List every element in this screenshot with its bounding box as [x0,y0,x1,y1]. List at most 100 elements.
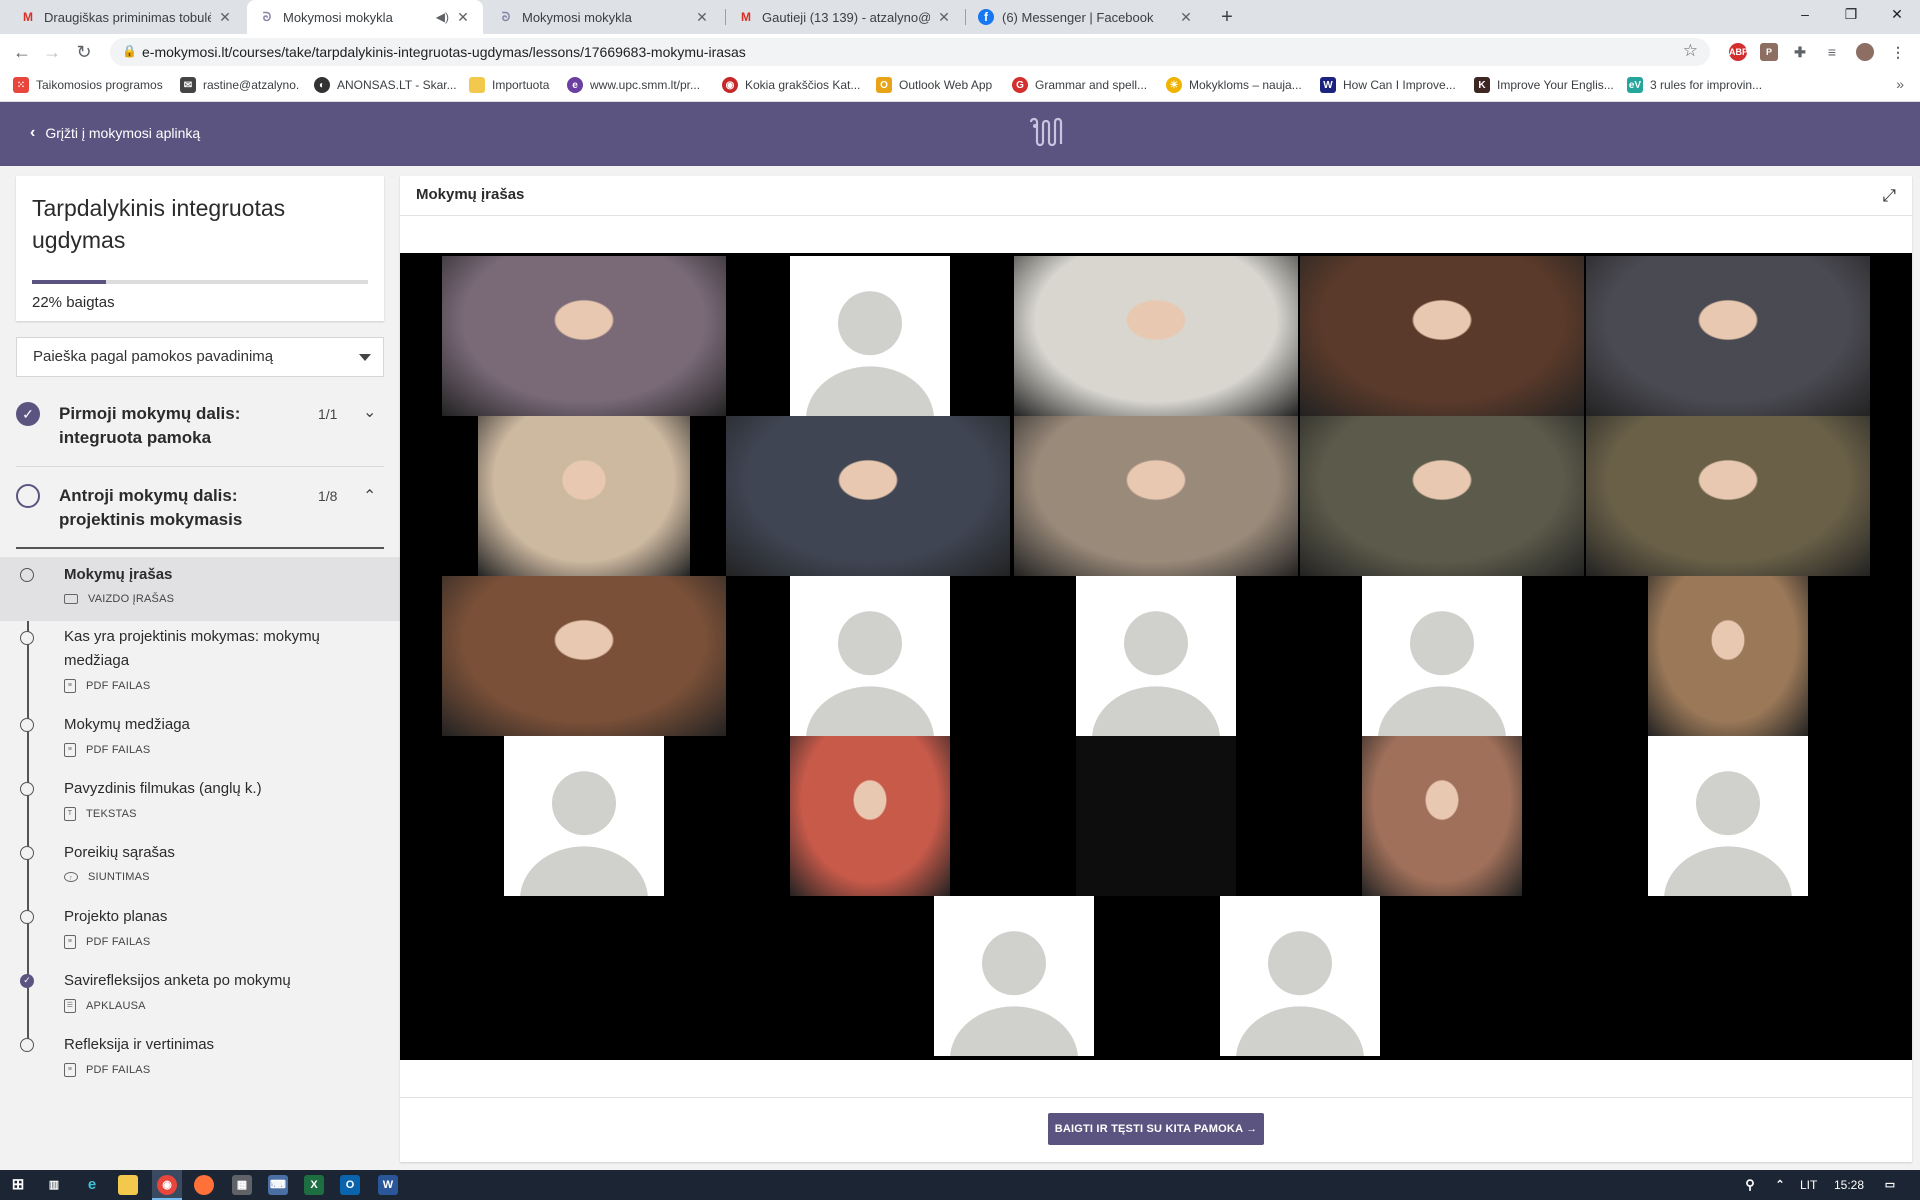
browser-tab-active[interactable]: ᘐ Mokymosi mokykla ◀) ✕ [247,0,483,34]
task-view-icon[interactable]: ▥ [44,1175,64,1195]
forward-arrow-icon[interactable]: → [38,39,66,65]
bookmark-star-icon[interactable]: ☆ [1683,41,1698,61]
finish-and-continue-button[interactable]: BAIGTI IR TĘSTI SU KITA PAMOKA → [1048,1113,1264,1145]
file-explorer-icon[interactable] [118,1175,138,1195]
new-tab-button[interactable]: + [1214,4,1240,30]
edge-icon[interactable]: e [82,1175,102,1195]
chevron-down-icon: ⌄ [363,404,377,421]
participant-video-tile [1076,736,1236,896]
mokymosi-icon: ᘐ [262,9,272,24]
keyboard-icon[interactable]: ⌨ [268,1175,288,1195]
lesson-item[interactable]: ✓ Savirefleksijos anketa po mokymų ☰ APKL… [0,965,400,1029]
notification-icon[interactable]: ▭ [1880,1175,1900,1195]
app-header: ‹ Grįžti į mokymosi aplinką [0,102,1920,166]
participant-video-tile [1586,416,1870,576]
fullscreen-expand-icon[interactable]: ⤢ [1882,186,1896,206]
calculator-icon[interactable]: ▦ [232,1175,252,1195]
lesson-title: Mokymų įrašas [416,186,525,203]
lips-icon: ◉ [722,77,738,93]
pdf-icon: ≡ [64,935,76,949]
section-header-2[interactable]: Antroji mokymų dalis: projektinis mokyma… [16,484,384,532]
participant-video-tile [1362,736,1522,896]
browser-tab[interactable]: M Draugiškas priminimas tobulėti s… ✕ [8,0,245,34]
back-to-course-link[interactable]: ‹ Grįžti į mokymosi aplinką [30,124,200,142]
firefox-icon[interactable] [194,1175,214,1195]
lesson-status-circle-icon [20,910,34,924]
mail-icon: ✉ [180,77,196,93]
survey-icon: ☰ [64,999,76,1013]
close-tab-icon[interactable]: ✕ [694,9,710,26]
bookmark-item[interactable]: ✉ rastine@atzalyno. [180,77,299,93]
chrome-icon[interactable]: ◉ [157,1175,177,1195]
bookmark-item[interactable]: G Grammar and spell... [1012,77,1147,93]
bookmark-item[interactable]: ⁙ Taikomosios programos [13,77,163,93]
bookmark-item[interactable]: K Improve Your Englis... [1474,77,1614,93]
close-tab-icon[interactable]: ✕ [455,9,471,26]
pdf-extension-icon[interactable]: P [1760,43,1778,61]
participant-video-tile [442,256,726,416]
lesson-item[interactable]: Mokymų medžiaga ≡ PDF FAILAS [0,709,400,773]
lesson-search-select[interactable]: Paieška pagal pamokos pavadinimą [16,337,384,377]
close-tab-icon[interactable]: ✕ [1178,9,1194,26]
upload-icon: ↑ [64,872,78,882]
person-silhouette-icon [1664,771,1792,896]
speaker-icon[interactable]: ◀) [436,10,449,24]
browser-menu-icon[interactable]: ⋮ [1889,43,1907,61]
profile-avatar-icon[interactable] [1856,43,1874,61]
lesson-content-panel: Mokymų įrašas ⤢ BAIGTI IR TĘSTI SU KITA … [400,176,1912,1162]
bookmark-item[interactable]: eV 3 rules for improvin... [1627,77,1762,93]
bookmark-item[interactable]: ☀ Mokykloms – nauja... [1166,77,1302,93]
lesson-item[interactable]: Pavyzdinis filmukas (anglų k.) T TEKSTAS [0,773,400,837]
person-silhouette-icon [1236,931,1364,1056]
grammar-icon: G [1012,77,1028,93]
close-tab-icon[interactable]: ✕ [936,9,952,26]
pdf-icon: ≡ [64,1063,76,1077]
tray-chevron-up-icon[interactable]: ⌃ [1770,1175,1790,1195]
minimize-button[interactable]: – [1782,0,1828,30]
video-player[interactable] [400,253,1912,1060]
url-field[interactable]: 🔒 e-mokymosi.lt/courses/take/tarpdalykin… [110,38,1710,66]
reload-icon[interactable]: ↻ [70,39,98,65]
bookmark-item[interactable]: ◉ Kokia grakščios Kat... [722,77,860,93]
k-icon: K [1474,77,1490,93]
lesson-item[interactable]: Mokymų įrašas VAIZDO ĮRAŠAS [0,557,400,621]
bookmark-item[interactable]: O Outlook Web App [876,77,992,93]
lesson-item[interactable]: Projekto planas ≡ PDF FAILAS [0,901,400,965]
browser-tab[interactable]: f (6) Messenger | Facebook ✕ [966,0,1206,34]
language-indicator[interactable]: LIT [1800,1178,1817,1192]
reading-list-icon[interactable]: ≡ [1823,43,1841,61]
clock[interactable]: 15:28 [1834,1178,1864,1192]
outlook-icon[interactable]: O [340,1175,360,1195]
word-icon[interactable]: W [378,1175,398,1195]
browser-tab[interactable]: M Gautieji (13 139) - atzalyno@gm… ✕ [726,0,964,34]
participant-video-tile [442,576,726,736]
divider [16,466,384,467]
divider [400,1097,1912,1098]
close-window-button[interactable]: ✕ [1874,0,1920,30]
browser-tab[interactable]: ᘐ Mokymosi mokykla ✕ [486,0,722,34]
windows-start-icon[interactable]: ⊞ [8,1175,28,1195]
close-tab-icon[interactable]: ✕ [217,9,233,26]
maximize-button[interactable]: ❐ [1828,0,1874,30]
section-header-1[interactable]: ✓ Pirmoji mokymų dalis: integruota pamok… [16,402,384,450]
bookmark-item[interactable]: W How Can I Improve... [1320,77,1456,93]
person-silhouette-icon [520,771,648,896]
gmail-icon: M [23,10,33,24]
participant-avatar-placeholder [1076,576,1236,736]
excel-icon[interactable]: X [304,1175,324,1195]
participant-video-tile [790,736,950,896]
bookmark-item[interactable]: Importuota [469,77,549,93]
back-arrow-icon[interactable]: ← [8,39,36,65]
lesson-item[interactable]: Kas yra projektinis mokymas: mokymų medž… [0,621,400,709]
bookmark-item[interactable]: e www.upc.smm.lt/pr... [567,77,700,93]
participant-video-tile [1014,256,1298,416]
people-icon[interactable]: ⚲ [1740,1175,1760,1195]
adblock-extension-icon[interactable]: ABP [1729,43,1748,61]
gmail-icon: M [741,10,751,24]
lesson-item[interactable]: Refleksija ir vertinimas ≡ PDF FAILAS [0,1029,400,1093]
lesson-item[interactable]: Poreikių sąrašas ↑ SIUNTIMAS [0,837,400,901]
bookmark-item[interactable]: ◐ ANONSAS.LT - Skar... [314,77,457,93]
bookmarks-overflow-icon[interactable]: » [1896,76,1904,92]
puzzle-extension-icon[interactable]: ✚ [1791,43,1809,61]
caret-down-icon [359,354,371,361]
